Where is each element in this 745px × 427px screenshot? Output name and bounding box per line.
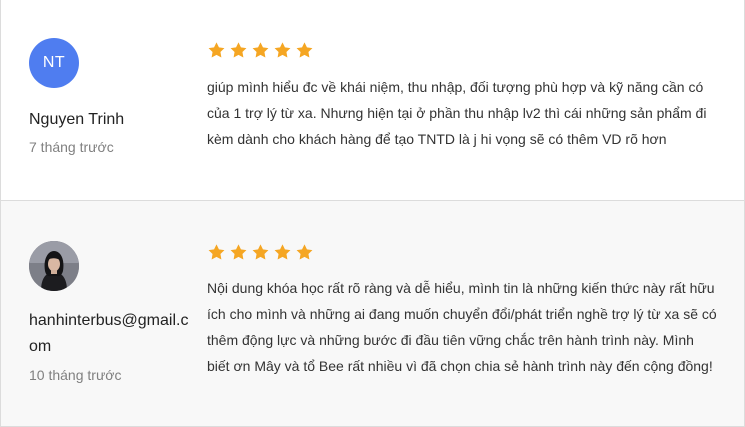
review-time: 10 tháng trước — [29, 367, 122, 383]
review-text: giúp mình hiểu đc về khái niệm, thu nhập… — [207, 79, 707, 147]
star-icon — [252, 42, 269, 58]
star-icon — [252, 244, 269, 260]
star-icon — [208, 42, 225, 58]
reviewer-name: hanhinterbus@gmail.com — [29, 312, 189, 355]
review-item: hanhinterbus@gmail.com 10 tháng trước Nộ… — [0, 200, 745, 427]
review-time: 7 tháng trước — [29, 139, 114, 155]
review-item: NT Nguyen Trinh 7 tháng trước giúp mình … — [0, 0, 745, 200]
star-icon — [296, 244, 313, 260]
reviewer-name: Nguyen Trinh — [29, 111, 125, 128]
star-icon — [230, 244, 247, 260]
star-icon — [230, 42, 247, 58]
reviews-list: NT Nguyen Trinh 7 tháng trước giúp mình … — [0, 0, 745, 427]
avatar-initials: NT — [42, 54, 66, 71]
star-icon — [296, 42, 313, 58]
user-photo-avatar-icon — [29, 241, 79, 291]
avatar — [29, 241, 79, 291]
star-icon — [274, 42, 291, 58]
avatar: NT — [29, 38, 79, 88]
star-icon — [208, 244, 225, 260]
review-text: Nội dung khóa học rất rõ ràng và dễ hiểu… — [207, 280, 717, 374]
star-rating — [207, 243, 314, 262]
star-rating — [207, 41, 314, 60]
star-icon — [274, 244, 291, 260]
